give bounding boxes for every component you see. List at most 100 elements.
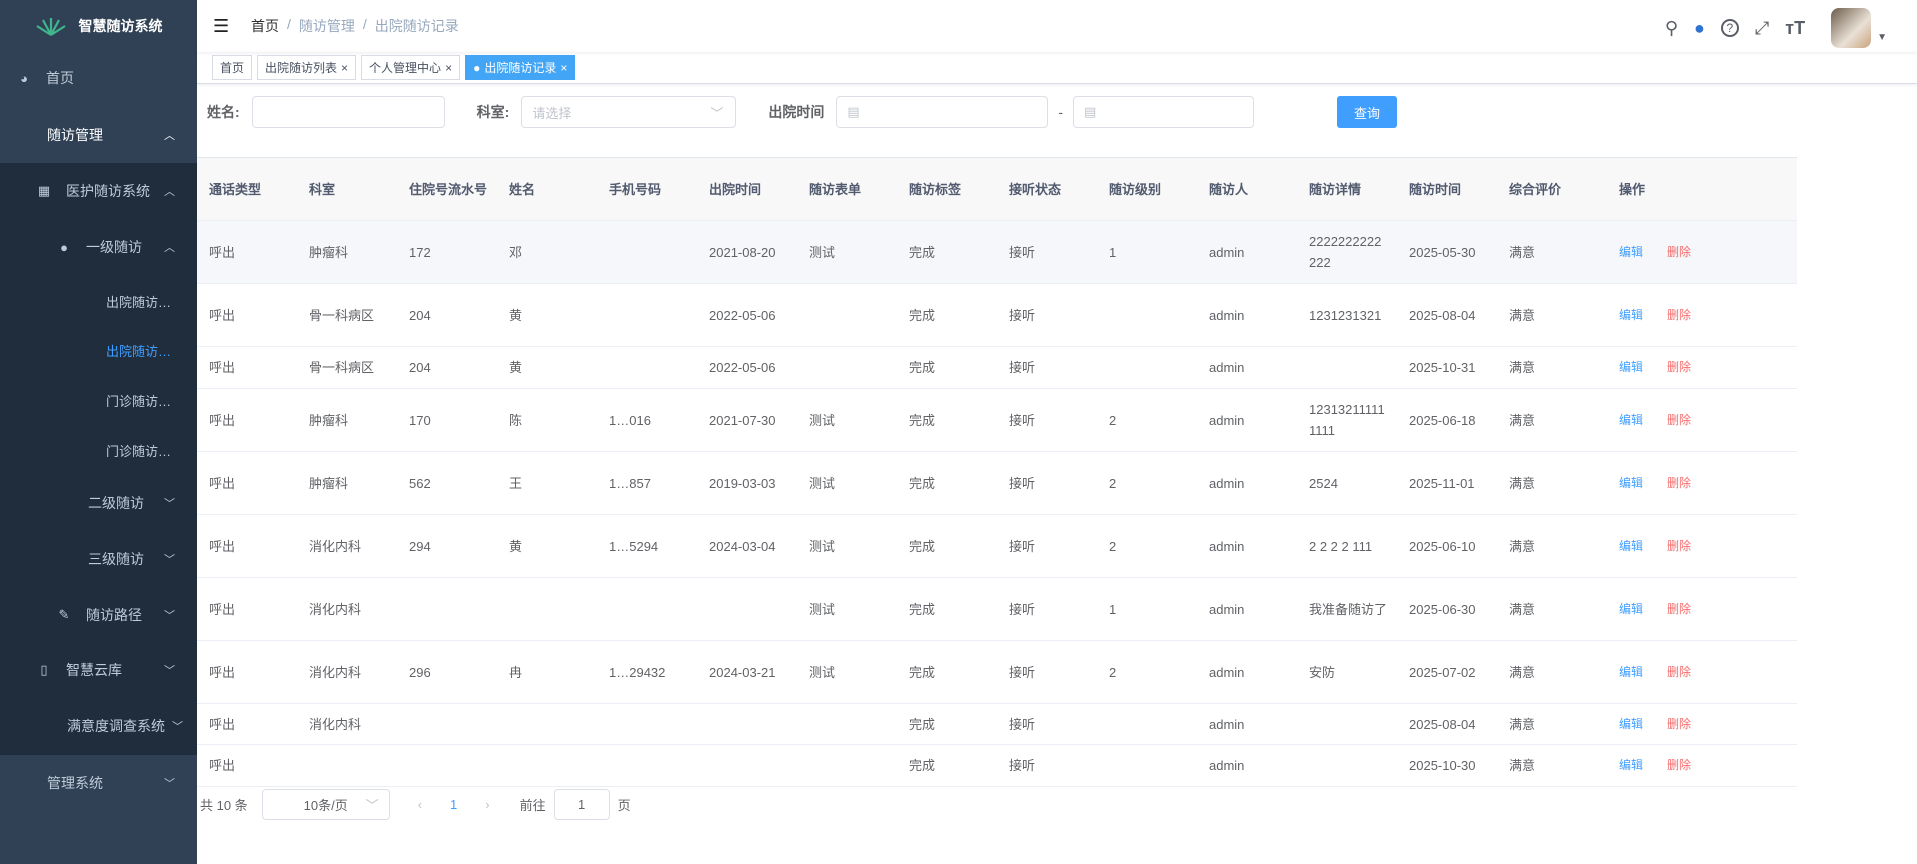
edit-button[interactable]: 编辑 xyxy=(1619,714,1643,735)
table-icon: ▦ xyxy=(37,183,51,198)
sidebar-item-outpatient-2[interactable]: 门诊随访… xyxy=(0,425,197,475)
search-icon[interactable]: ⚲ xyxy=(1665,18,1678,39)
sidebar-item-discharge-1[interactable]: 出院随访… xyxy=(0,276,197,326)
font-size-icon[interactable]: тT xyxy=(1785,18,1805,39)
prev-page-icon[interactable]: ‹ xyxy=(418,797,422,812)
table-cell: 2025-08-04 xyxy=(1409,716,1476,732)
edit-button[interactable]: 编辑 xyxy=(1619,599,1643,620)
delete-button[interactable]: 删除 xyxy=(1667,755,1691,776)
close-icon[interactable]: × xyxy=(560,61,567,75)
sidebar-item-level3[interactable]: 三级随访 ﹀ xyxy=(0,534,197,584)
edit-button[interactable]: 编辑 xyxy=(1619,357,1643,378)
sidebar-item-path[interactable]: ✎ 随访路径 ﹀ xyxy=(0,590,197,640)
tag-discharge-list[interactable]: 出院随访列表 × xyxy=(257,55,357,80)
next-page-icon[interactable]: › xyxy=(485,797,489,812)
table-cell: admin xyxy=(1209,475,1245,491)
sidebar-item-satisfaction[interactable]: 满意度调查系统 ﹀ xyxy=(0,701,197,751)
sidebar-item-level1[interactable]: ● 一级随访 ︿ xyxy=(0,222,197,272)
table-row[interactable]: 呼出 骨一科病区 204 黄 2022-05-06 完成 接听 admin 2025-10-31… xyxy=(197,347,1797,389)
page-size-select[interactable]: 10条/页 ﹀ xyxy=(261,789,390,820)
sidebar-item-discharge-2[interactable]: 出院随访… xyxy=(0,325,197,375)
table-row[interactable]: 呼出 肿瘤科 172 邓 2021-08-20 测试 完成 接听 1 admin 222222222… xyxy=(197,221,1797,284)
breadcrumb: 首页 / 随访管理 / 出院随访记录 xyxy=(251,16,459,36)
delete-button[interactable]: 删除 xyxy=(1667,305,1691,326)
sidebar-item-home[interactable]: ◕ 首页 xyxy=(0,53,197,103)
table-cell: 1…5294 xyxy=(609,538,659,554)
table-cell: 2025-10-30 xyxy=(1409,758,1476,773)
tag-label: 个人管理中心 xyxy=(369,61,442,75)
caret-down-icon[interactable]: ▼ xyxy=(1877,32,1887,43)
chevron-up-icon: ︿ xyxy=(164,130,175,142)
edit-button[interactable]: 编辑 xyxy=(1619,473,1643,494)
edit-button[interactable]: 编辑 xyxy=(1619,536,1643,557)
table-cell: admin xyxy=(1209,538,1245,554)
edit-button[interactable]: 编辑 xyxy=(1619,242,1643,263)
page-number[interactable]: 1 xyxy=(450,797,457,812)
sidebar-item-medical-system[interactable]: ▦ 医护随访系统 ︿ xyxy=(0,166,197,216)
breadcrumb-item[interactable]: 随访管理 xyxy=(299,16,355,36)
avatar[interactable] xyxy=(1831,8,1872,48)
table-row[interactable]: 呼出 消化内科 测试 完成 接听 1 admin 我准备随访了 2025-06-30 满意 编辑 删除 xyxy=(197,578,1797,641)
table-cell: 完成 xyxy=(909,360,936,375)
tag-discharge-record[interactable]: ● 出院随访记录 × xyxy=(465,55,576,80)
chevron-down-icon: ﹀ xyxy=(172,721,183,733)
edit-button[interactable]: 编辑 xyxy=(1619,410,1643,431)
sidebar-item-outpatient-1[interactable]: 门诊随访… xyxy=(0,375,197,425)
table-cell: 接听 xyxy=(1009,716,1036,732)
table-row[interactable]: 呼出 完成 接听 admin 2025-10-30 满意 编辑 删除 xyxy=(197,745,1797,787)
table-cell: 满意 xyxy=(1509,307,1536,323)
table-cell: 我准备随访了 xyxy=(1309,601,1388,617)
table-cell: 完成 xyxy=(909,412,936,428)
edit-button[interactable]: 编辑 xyxy=(1619,755,1643,776)
date-label: 出院时间 xyxy=(768,104,825,120)
edit-button[interactable]: 编辑 xyxy=(1619,662,1643,683)
delete-button[interactable]: 删除 xyxy=(1667,662,1691,683)
fullscreen-icon[interactable]: ⤢ xyxy=(1755,18,1769,39)
sidebar-item-level2[interactable]: 二级随访 ﹀ xyxy=(0,478,197,528)
table-row[interactable]: 呼出 肿瘤科 170 陈 1…016 2021-07-30 测试 完成 接听 2 admin 1231… xyxy=(197,389,1797,452)
date-start-input[interactable]: ▤ xyxy=(836,96,1049,128)
table-row[interactable]: 呼出 肿瘤科 562 王 1…857 2019-03-03 测试 完成 接听 2 admin 2524… xyxy=(197,452,1797,515)
sidebar-item-followup-mgmt[interactable]: 随访管理 ︿ xyxy=(0,110,197,160)
table-cell: 172 xyxy=(409,244,431,260)
delete-button[interactable]: 删除 xyxy=(1667,536,1691,557)
help-icon[interactable]: ? xyxy=(1720,19,1739,37)
label: 随访路径 xyxy=(86,607,142,623)
chevron-up-icon: ︿ xyxy=(164,186,175,198)
tag-profile[interactable]: 个人管理中心 × xyxy=(361,55,461,80)
label: 管理系统 xyxy=(47,775,103,791)
breadcrumb-item[interactable]: 首页 xyxy=(251,16,279,36)
table-row[interactable]: 呼出 消化内科 完成 接听 admin 2025-08-04 满意 编辑 删除 xyxy=(197,704,1797,745)
tags-view: 首页 出院随访列表 × 个人管理中心 × ● 出院随访记录 × xyxy=(197,52,1917,84)
table-cell: 呼出 xyxy=(209,538,236,554)
table-cell: 满意 xyxy=(1509,664,1536,680)
delete-button[interactable]: 删除 xyxy=(1667,357,1691,378)
sidebar-item-admin[interactable]: 管理系统 ﹀ xyxy=(0,758,197,808)
table-row[interactable]: 呼出 骨一科病区 204 黄 2022-05-06 完成 接听 admin 1231231321… xyxy=(197,284,1797,347)
delete-button[interactable]: 删除 xyxy=(1667,714,1691,735)
table-cell: 204 xyxy=(409,360,431,375)
table-row[interactable]: 呼出 消化内科 296 冉 1…29432 2024-03-21 测试 完成 接听 2 admin 安… xyxy=(197,641,1797,704)
dept-select[interactable]: 请选择 ﹀ xyxy=(521,96,737,128)
close-icon[interactable]: × xyxy=(445,61,452,75)
query-button[interactable]: 查询 xyxy=(1337,96,1398,128)
sidebar-item-cloud[interactable]: ▯ 智慧云库 ﹀ xyxy=(0,645,197,695)
column-header: 操作 xyxy=(1619,181,1646,197)
edit-button[interactable]: 编辑 xyxy=(1619,305,1643,326)
table-cell: 满意 xyxy=(1509,716,1536,732)
close-icon[interactable]: × xyxy=(341,61,348,75)
table-cell: admin xyxy=(1209,664,1245,680)
delete-button[interactable]: 删除 xyxy=(1667,599,1691,620)
date-end-input[interactable]: ▤ xyxy=(1073,96,1255,128)
delete-button[interactable]: 删除 xyxy=(1667,473,1691,494)
tag-home[interactable]: 首页 xyxy=(212,55,253,80)
delete-button[interactable]: 删除 xyxy=(1667,410,1691,431)
label: 满意度调查系统 xyxy=(67,718,165,734)
hamburger-icon[interactable]: ☰ xyxy=(213,16,233,37)
name-input[interactable] xyxy=(251,96,445,128)
table-row[interactable]: 呼出 消化内科 294 黄 1…5294 2024-03-04 测试 完成 接听 2 admin 2 … xyxy=(197,515,1797,578)
delete-button[interactable]: 删除 xyxy=(1667,242,1691,263)
github-icon[interactable]: ● xyxy=(1694,18,1705,39)
goto-page-input[interactable]: 1 xyxy=(553,789,610,820)
table-cell: 123132111111111 xyxy=(1309,402,1385,438)
